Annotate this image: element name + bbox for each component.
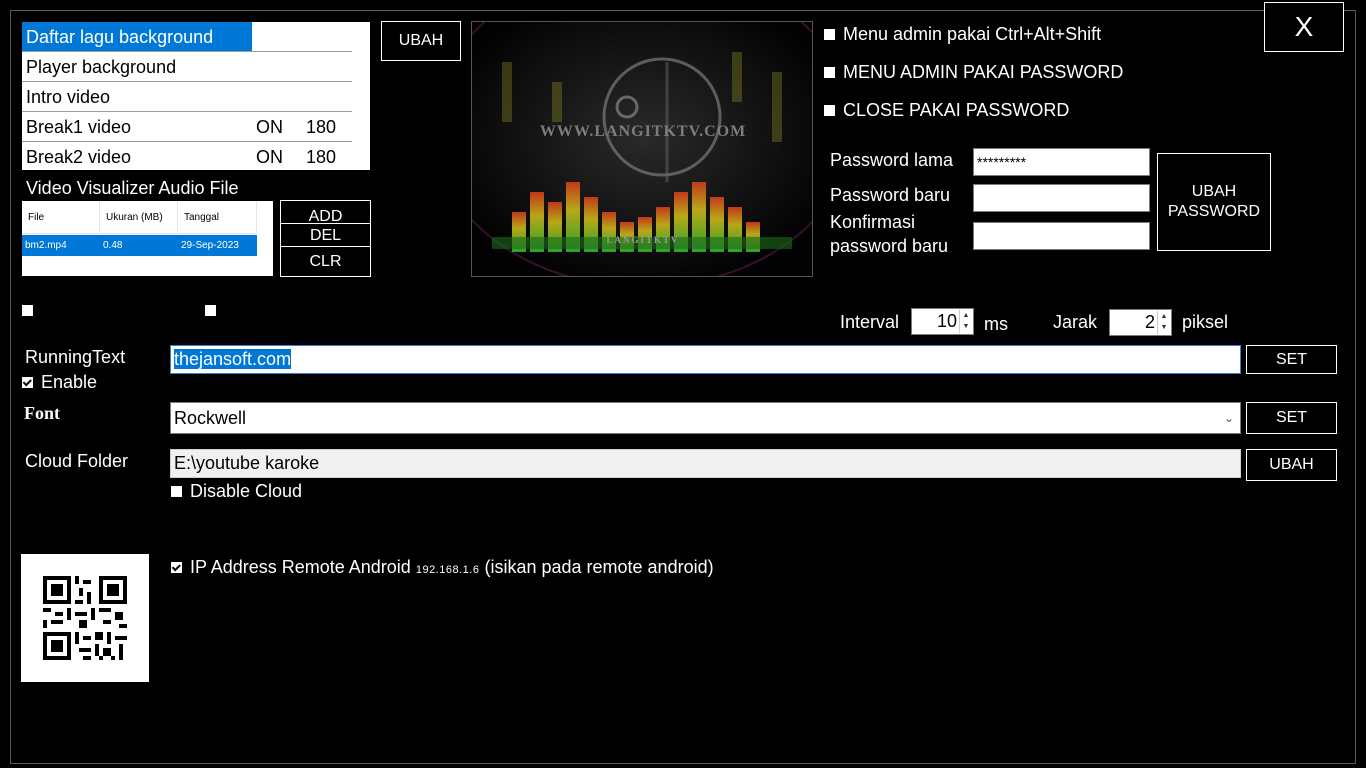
disable-cloud-label: Disable Cloud (190, 481, 303, 501)
change-password-label-line1: UBAH (1191, 183, 1237, 200)
jarak-unit: piksel (1182, 312, 1229, 332)
playlist-item-label: Intro video (26, 87, 111, 107)
table-header: File Ukuran (MB) Tanggal (22, 201, 257, 234)
chevron-down-icon[interactable]: ⌄ (1224, 403, 1234, 433)
remote-ip-label: IP Address Remote Android (190, 557, 411, 577)
admin-password-label: MENU ADMIN PAKAI PASSWORD (843, 62, 1124, 82)
background-playlist[interactable]: Daftar lagu background Player background… (22, 22, 370, 170)
qr-code-icon (43, 576, 127, 660)
change-password-button[interactable]: UBAH PASSWORD (1157, 153, 1271, 251)
option-checkbox-left[interactable] (22, 305, 33, 316)
cell-date: 29-Sep-2023 (181, 240, 239, 251)
cloud-folder-change-button[interactable]: UBAH (1246, 449, 1337, 481)
column-header-date[interactable]: Tanggal (178, 201, 257, 234)
remote-ip-address: 192.168.1.6 (415, 564, 480, 576)
playlist-item-background-songs[interactable]: Daftar lagu background (22, 22, 352, 52)
font-label: Font (24, 403, 60, 423)
running-text-label: RunningText (25, 347, 126, 367)
playlist-item-label: Break2 video (26, 147, 132, 167)
stepper-up-icon[interactable]: ▲ (960, 310, 972, 321)
change-password-label-line2: PASSWORD (1167, 203, 1261, 220)
close-password-label: CLOSE PAKAI PASSWORD (843, 100, 1070, 120)
stepper-down-icon[interactable]: ▼ (960, 321, 972, 332)
stepper-down-icon[interactable]: ▼ (1158, 322, 1170, 333)
new-password-field[interactable] (973, 184, 1150, 212)
running-text-enable-label: Enable (41, 372, 98, 392)
column-header-file[interactable]: File (22, 201, 100, 234)
remote-ip-checkbox[interactable] (171, 562, 182, 573)
delete-file-button[interactable]: DEL (280, 223, 371, 248)
jarak-value: 2 (1144, 312, 1155, 332)
playlist-item-break1-video[interactable]: Break1 video ON 180 (22, 112, 352, 142)
remote-ip-text: IP Address Remote Android 192.168.1.6 (i… (190, 557, 714, 578)
option-checkbox-middle[interactable] (205, 305, 216, 316)
change-media-button[interactable]: UBAH (381, 21, 461, 61)
interval-label: Interval (840, 312, 900, 332)
stepper-up-icon[interactable]: ▲ (1158, 311, 1170, 322)
old-password-label: Password lama (830, 150, 954, 170)
playlist-item-break2-video[interactable]: Break2 video ON 180 (22, 142, 352, 170)
visualizer-title: Video Visualizer Audio File (26, 178, 239, 198)
jarak-stepper-arrows[interactable]: ▲ ▼ (1157, 311, 1170, 334)
equalizer-preview-graphic: WWW.LANGITKTV.COM LANGITKTV (472, 22, 812, 276)
admin-shortcut-label: Menu admin pakai Ctrl+Alt+Shift (843, 24, 1102, 44)
playlist-item-player-background[interactable]: Player background (22, 52, 352, 82)
running-text-value: thejansoft.com (174, 349, 292, 369)
visualizer-file-table[interactable]: File Ukuran (MB) Tanggal bm2.mp4 0.48 29… (22, 201, 273, 276)
cloud-folder-field[interactable]: E:\youtube karoke (170, 449, 1241, 478)
preview-logo-text: LANGITKTV (606, 235, 679, 245)
close-password-checkbox[interactable] (824, 105, 835, 116)
interval-stepper-arrows[interactable]: ▲ ▼ (959, 310, 972, 333)
interval-value: 10 (936, 311, 957, 331)
playlist-item-label: Break1 video (26, 117, 132, 137)
confirm-password-label-line2: password baru (830, 236, 949, 256)
column-header-size[interactable]: Ukuran (MB) (100, 201, 178, 234)
disable-cloud-checkbox[interactable] (171, 486, 182, 497)
cell-file: bm2.mp4 (25, 240, 67, 251)
interval-stepper[interactable]: 10 ▲ ▼ (911, 308, 974, 335)
playlist-item-state: ON (256, 147, 283, 167)
confirm-password-field[interactable] (973, 222, 1150, 250)
playlist-item-intro-video[interactable]: Intro video (22, 82, 352, 112)
font-select[interactable]: Rockwell ⌄ (170, 402, 1241, 434)
visualizer-preview: WWW.LANGITKTV.COM LANGITKTV (471, 21, 813, 277)
close-button[interactable]: X (1264, 2, 1344, 52)
jarak-stepper[interactable]: 2 ▲ ▼ (1109, 309, 1172, 336)
running-text-enable-checkbox[interactable] (22, 377, 33, 388)
playlist-item-label: Player background (26, 57, 177, 77)
interval-unit: ms (984, 314, 1008, 334)
font-select-value: Rockwell (174, 408, 247, 428)
clear-files-button[interactable]: CLR (280, 246, 371, 277)
playlist-item-duration: 180 (306, 147, 337, 167)
admin-password-checkbox[interactable] (824, 67, 835, 78)
jarak-label: Jarak (1053, 312, 1098, 332)
playlist-item-state: ON (256, 117, 283, 137)
new-password-label: Password baru (830, 185, 951, 205)
remote-ip-hint: (isikan pada remote android) (484, 557, 714, 577)
running-text-set-button[interactable]: SET (1246, 345, 1337, 374)
playlist-item-duration: 180 (306, 117, 337, 137)
confirm-password-label-line1: Konfirmasi (830, 212, 916, 232)
admin-shortcut-checkbox[interactable] (824, 29, 835, 40)
close-icon: X (1294, 11, 1314, 42)
playlist-item-label: Daftar lagu background (26, 27, 214, 47)
font-set-button[interactable]: SET (1246, 402, 1337, 434)
cell-size: 0.48 (103, 240, 123, 251)
running-text-input[interactable]: thejansoft.com (170, 345, 1241, 374)
remote-qr-code (21, 554, 149, 682)
old-password-field[interactable]: ********* (973, 148, 1150, 176)
table-row[interactable]: bm2.mp4 0.48 29-Sep-2023 (22, 235, 257, 256)
cloud-folder-label: Cloud Folder (25, 451, 129, 471)
preview-watermark: WWW.LANGITKTV.COM (540, 123, 746, 140)
